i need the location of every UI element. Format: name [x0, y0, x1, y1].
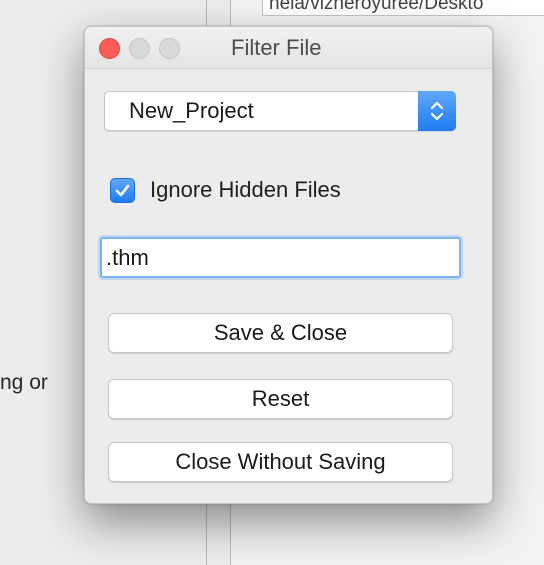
filter-file-dialog: Filter File New_Project Ignore Hidden Fi… [84, 26, 493, 504]
file-extension-field[interactable] [100, 237, 461, 278]
close-window-button[interactable] [99, 38, 120, 59]
background-label-fragment: ng or [0, 371, 48, 394]
minimize-window-button[interactable] [129, 38, 150, 59]
ignore-hidden-files-checkbox[interactable] [110, 178, 135, 203]
window-title: Filter File [231, 35, 322, 60]
close-without-saving-button[interactable]: Close Without Saving [108, 442, 453, 482]
save-and-close-button[interactable]: Save & Close [108, 313, 453, 353]
title-bar[interactable]: Filter File [85, 27, 492, 69]
zoom-window-button[interactable] [159, 38, 180, 59]
project-select-value: New_Project [129, 98, 254, 123]
checkmark-icon [115, 184, 130, 197]
reset-button[interactable]: Reset [108, 379, 453, 419]
ignore-hidden-files-label[interactable]: Ignore Hidden Files [150, 175, 341, 205]
background-path-field[interactable]: hela/vizheroyuree/Deskto [262, 0, 544, 16]
project-select[interactable]: New_Project [104, 91, 456, 131]
up-down-chevron-icon[interactable] [418, 91, 456, 131]
